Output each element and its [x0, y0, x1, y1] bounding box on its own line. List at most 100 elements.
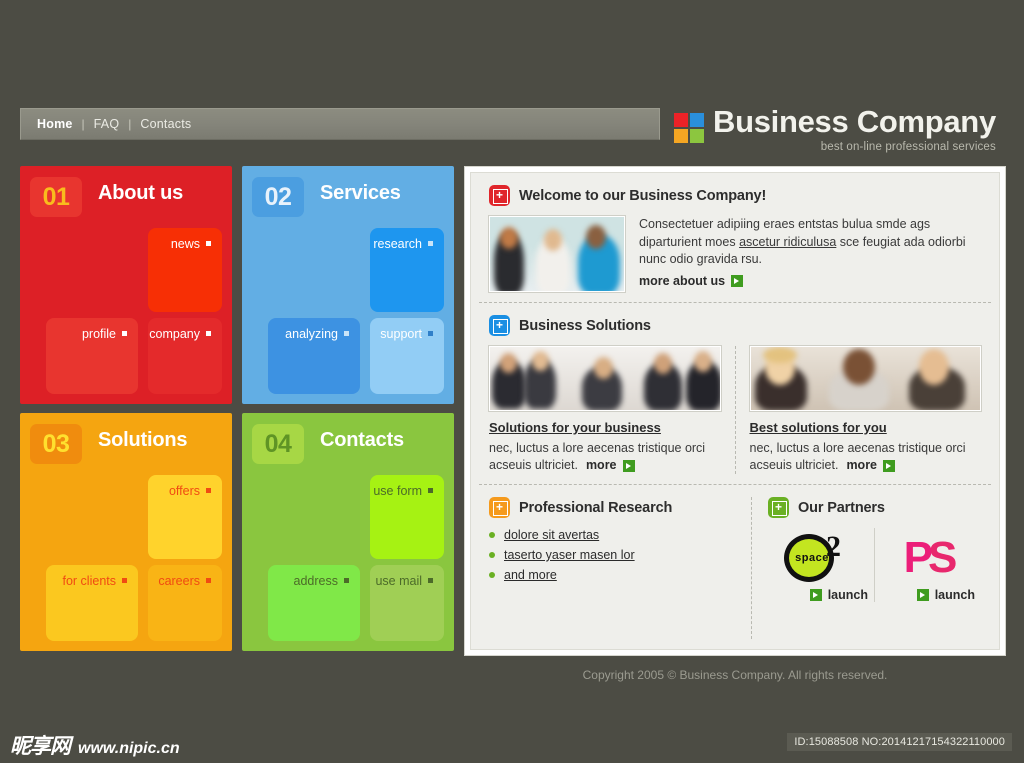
tile-label: careers	[158, 574, 211, 588]
tile-label: use form	[373, 484, 433, 498]
logo-square-blue	[690, 113, 704, 127]
research-link[interactable]: and more	[504, 568, 557, 582]
our-partners-section: Our Partners space 2 launch PS	[752, 497, 981, 639]
tile-news[interactable]: news	[148, 228, 222, 312]
tile-label: analyzing	[285, 327, 349, 341]
bullet-icon	[489, 552, 495, 558]
space2-logo-icon[interactable]: space 2	[782, 530, 860, 586]
copyright-text: Copyright 2005 © Business Company. All r…	[582, 668, 888, 682]
expand-box-icon[interactable]	[489, 185, 510, 206]
tile-use-form[interactable]: use form	[370, 475, 444, 559]
tile-dot-icon	[428, 578, 433, 583]
category-block-contacts[interactable]: 04 Contacts use form address use mail	[242, 413, 454, 651]
logo-title: Business Company	[713, 104, 996, 139]
main-navigation: Home | FAQ | Contacts	[20, 108, 660, 140]
launch-link[interactable]: launch	[916, 588, 975, 602]
welcome-section: Welcome to our Business Company! Consect…	[471, 173, 999, 302]
solution-more-link[interactable]: more	[846, 457, 896, 474]
nav-item-faq[interactable]: FAQ	[94, 117, 120, 131]
business-solutions-section: Business Solutions	[471, 303, 999, 484]
solution-text: nec, luctus a lore aecenas tristique orc…	[489, 441, 706, 474]
more-about-us-link[interactable]: more about us	[639, 273, 744, 291]
block-title: Contacts	[320, 429, 404, 451]
logo-tagline: best on-line professional services	[820, 141, 996, 153]
block-number-badge: 03	[30, 424, 82, 464]
ps-logo-icon[interactable]: PS	[889, 530, 967, 586]
tile-careers[interactable]: careers	[148, 565, 222, 641]
tile-label: support	[380, 327, 433, 341]
expand-box-icon[interactable]	[489, 315, 510, 336]
tile-analyzing[interactable]: analyzing	[268, 318, 360, 394]
tile-dot-icon	[428, 331, 433, 336]
site-logo[interactable]: Business Company best on-line profession…	[674, 104, 996, 154]
nav-item-home[interactable]: Home	[37, 117, 73, 131]
block-title: About us	[98, 182, 184, 204]
category-block-solutions[interactable]: 03 Solutions offers for clients careers	[20, 413, 232, 651]
block-number-badge: 04	[252, 424, 304, 464]
block-title: Services	[320, 182, 401, 204]
tile-label: company	[149, 327, 211, 341]
solution-heading-link[interactable]: Best solutions for you	[750, 420, 982, 435]
tile-dot-icon	[428, 241, 433, 246]
professional-research-section: Professional Research dolore sit avertas…	[489, 497, 751, 639]
solutions-title: Business Solutions	[519, 317, 651, 334]
block-number-badge: 02	[252, 177, 304, 217]
expand-box-icon[interactable]	[489, 497, 510, 518]
space2-logo-mark: 2	[826, 530, 841, 563]
solution-heading-link[interactable]: Solutions for your business	[489, 420, 721, 435]
solution-photo	[749, 346, 981, 411]
watermark-url: www.nipic.cn	[78, 740, 180, 757]
tile-dot-icon	[122, 578, 127, 583]
solution-card: Solutions for your business nec, luctus …	[489, 346, 735, 474]
bullet-icon	[489, 532, 495, 538]
welcome-title: Welcome to our Business Company!	[519, 187, 767, 204]
tile-label: research	[373, 237, 433, 251]
research-title: Professional Research	[519, 499, 673, 516]
tile-label: news	[171, 237, 211, 251]
nav-separator: |	[128, 117, 132, 131]
partner-space2: space 2 launch	[768, 528, 874, 602]
list-item: dolore sit avertas	[489, 528, 737, 542]
launch-link[interactable]: launch	[809, 588, 868, 602]
category-block-about-us[interactable]: 01 About us news profile company	[20, 166, 232, 404]
solution-photo	[489, 346, 721, 411]
watermark-site-name: 昵享网	[10, 734, 71, 758]
watermark-id: ID:15088508 NO:20141217154322110000	[787, 733, 1012, 751]
block-title: Solutions	[98, 429, 188, 451]
tile-profile[interactable]: profile	[46, 318, 138, 394]
tile-dot-icon	[344, 578, 349, 583]
partners-title: Our Partners	[798, 499, 885, 516]
solution-card: Best solutions for you nec, luctus a lor…	[736, 346, 982, 474]
arrow-right-icon	[883, 459, 896, 472]
welcome-text: Consectetuer adipiing eraes entstas bulu…	[639, 216, 981, 292]
main-content-panel: Welcome to our Business Company! Consect…	[464, 166, 1006, 656]
tile-dot-icon	[344, 331, 349, 336]
page-root: Home | FAQ | Contacts Business Company b…	[0, 0, 1024, 763]
inline-link[interactable]: ascetur ridiculusa	[739, 235, 836, 249]
arrow-right-icon	[809, 589, 822, 601]
research-link[interactable]: dolore sit avertas	[504, 528, 599, 542]
tile-label: profile	[82, 327, 127, 341]
tile-support[interactable]: support	[370, 318, 444, 394]
tile-offers[interactable]: offers	[148, 475, 222, 559]
tile-for-clients[interactable]: for clients	[46, 565, 138, 641]
arrow-right-icon	[916, 589, 929, 601]
category-block-services[interactable]: 02 Services research analyzing support	[242, 166, 454, 404]
expand-box-icon[interactable]	[768, 497, 789, 518]
arrow-right-icon	[731, 275, 744, 288]
tile-use-mail[interactable]: use mail	[370, 565, 444, 641]
solution-more-link[interactable]: more	[586, 457, 635, 474]
logo-square-green	[690, 129, 704, 143]
nav-item-contacts[interactable]: Contacts	[140, 117, 191, 131]
watermark: 昵享网 www.nipic.cn	[10, 730, 180, 760]
tile-label: use mail	[375, 574, 433, 588]
tile-label: offers	[169, 484, 211, 498]
tile-research[interactable]: research	[370, 228, 444, 312]
welcome-photo	[489, 216, 625, 292]
list-item: taserto yaser masen lor	[489, 548, 737, 562]
research-link[interactable]: taserto yaser masen lor	[504, 548, 635, 562]
tile-company[interactable]: company	[148, 318, 222, 394]
block-number-badge: 01	[30, 177, 82, 217]
solution-text: nec, luctus a lore aecenas tristique orc…	[749, 441, 966, 474]
tile-address[interactable]: address	[268, 565, 360, 641]
